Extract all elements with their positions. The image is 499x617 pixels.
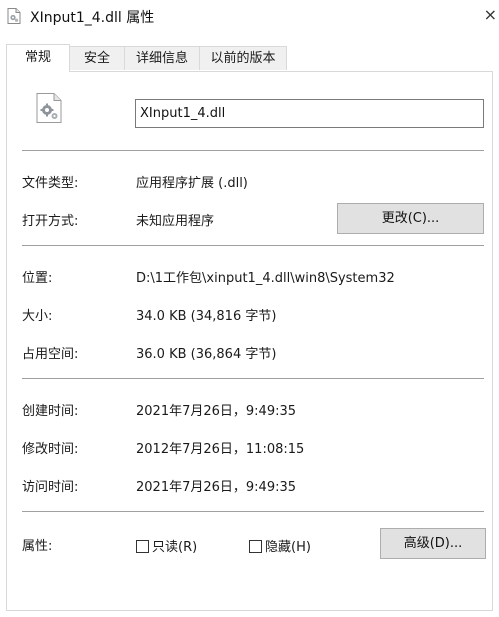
accessed-value: 2021年7月26日，9:49:35	[136, 480, 297, 495]
hidden-checkbox-box[interactable]	[249, 540, 262, 553]
separator	[22, 150, 484, 151]
window-title: XInput1_4.dll 属性	[30, 10, 155, 26]
readonly-checkbox-label: 只读(R)	[152, 540, 198, 555]
modified-label: 修改时间:	[22, 442, 79, 457]
file-type-label: 文件类型:	[22, 176, 79, 191]
size-label: 大小:	[22, 309, 53, 324]
dll-file-icon	[7, 8, 21, 24]
title-bar: XInput1_4.dll 属性 ×	[0, 0, 499, 32]
tab-security[interactable]: 安全	[69, 46, 125, 70]
size-value: 34.0 KB (34,816 字节)	[136, 309, 277, 324]
readonly-checkbox[interactable]: 只读(R)	[136, 536, 198, 555]
size-on-disk-label: 占用空间:	[22, 347, 79, 362]
advanced-button[interactable]: 高级(D)...	[380, 528, 486, 559]
file-type-value: 应用程序扩展 (.dll)	[136, 176, 248, 191]
open-with-value: 未知应用程序	[136, 214, 215, 229]
separator	[22, 378, 484, 379]
tab-previous-versions[interactable]: 以前的版本	[199, 46, 287, 70]
accessed-label: 访问时间:	[22, 480, 79, 495]
size-on-disk-value: 36.0 KB (36,864 字节)	[136, 347, 277, 362]
readonly-checkbox-box[interactable]	[136, 540, 149, 553]
properties-window: XInput1_4.dll 属性 × 常规 安全 详细信息 以前的版本 文件类型…	[0, 0, 499, 617]
location-value: D:\1工作包\xinput1_4.dll\win8\System32	[136, 271, 395, 286]
created-value: 2021年7月26日，9:49:35	[136, 404, 297, 419]
dll-file-icon	[36, 93, 62, 123]
file-name-input[interactable]	[135, 99, 484, 128]
attributes-label: 属性:	[22, 539, 53, 554]
separator	[22, 245, 484, 246]
hidden-checkbox[interactable]: 隐藏(H)	[249, 536, 311, 555]
hidden-checkbox-label: 隐藏(H)	[265, 540, 311, 555]
close-icon[interactable]: ×	[483, 6, 497, 24]
tab-general[interactable]: 常规	[6, 44, 70, 72]
change-button[interactable]: 更改(C)...	[337, 203, 484, 234]
open-with-label: 打开方式:	[22, 214, 79, 229]
tab-details[interactable]: 详细信息	[124, 46, 200, 70]
location-label: 位置:	[22, 271, 53, 286]
separator	[22, 511, 484, 512]
tab-strip: 常规 安全 详细信息 以前的版本	[0, 44, 499, 72]
created-label: 创建时间:	[22, 404, 79, 419]
modified-value: 2012年7月26日，11:08:15	[136, 442, 305, 457]
